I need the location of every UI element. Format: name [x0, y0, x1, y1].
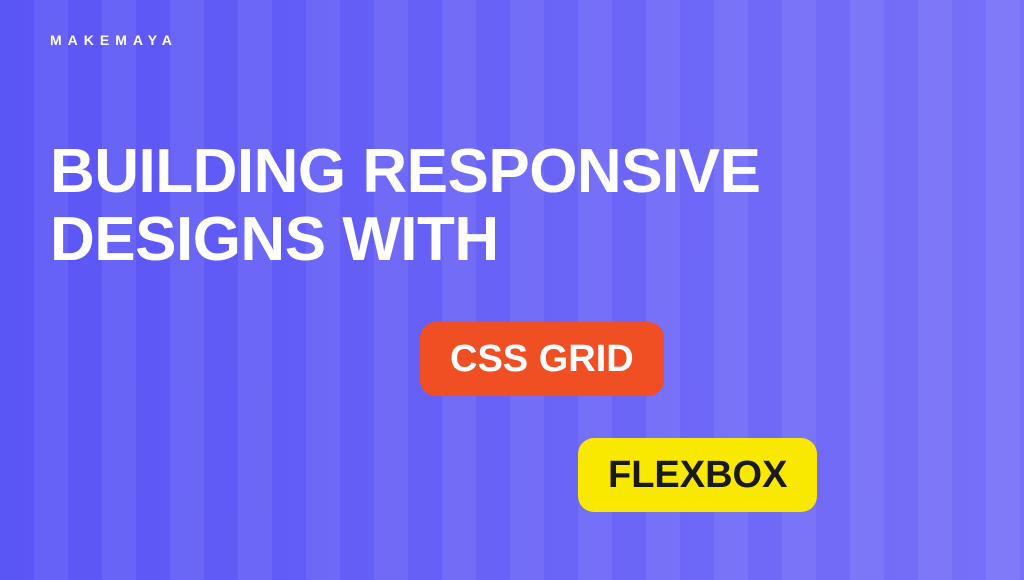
badge-css-grid: CSS GRID: [420, 322, 664, 396]
background-stripes: [0, 0, 1024, 580]
badge-flexbox: FLEXBOX: [578, 438, 817, 512]
headline: BUILDING RESPONSIVE DESIGNS WITH: [50, 138, 950, 274]
brand-logo-text: MAKEMAYA: [50, 32, 178, 48]
